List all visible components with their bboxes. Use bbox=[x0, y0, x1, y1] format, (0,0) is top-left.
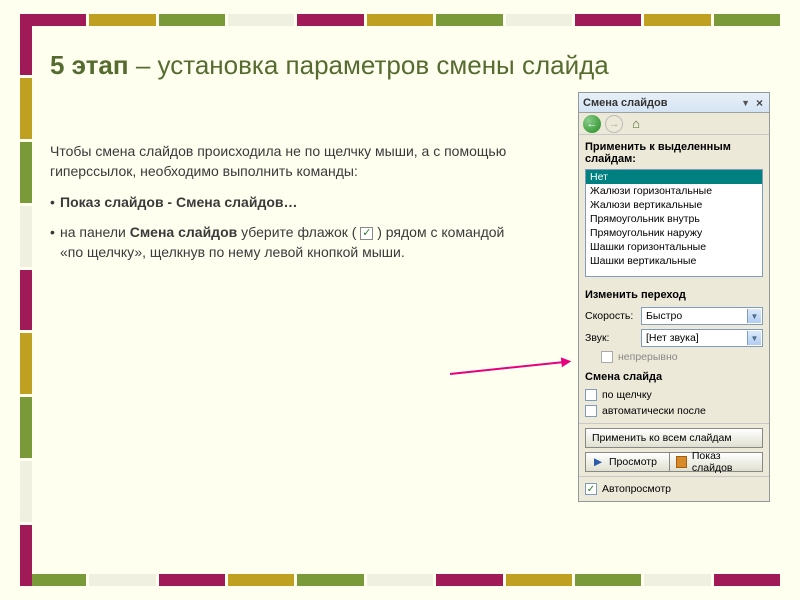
on-click-checkbox[interactable] bbox=[585, 389, 597, 401]
list-item[interactable]: Нет bbox=[586, 170, 762, 184]
sound-label: Звук: bbox=[585, 332, 637, 344]
pane-header: Смена слайдов ▼ × bbox=[579, 93, 769, 113]
slideshow-button[interactable]: Показ слайдов bbox=[669, 452, 763, 472]
nav-back-icon[interactable]: ← bbox=[583, 115, 601, 133]
slide-transition-pane: Смена слайдов ▼ × ← → ⌂ Применить к выде… bbox=[578, 92, 770, 502]
loop-checkbox bbox=[601, 351, 613, 363]
checkbox-inline-icon: ✓ bbox=[360, 227, 373, 240]
list-item[interactable]: Жалюзи горизонтальные bbox=[586, 184, 762, 198]
pane-title: Смена слайдов bbox=[583, 97, 737, 109]
pane-menu-dropdown-icon[interactable]: ▼ bbox=[741, 98, 750, 108]
on-click-label: по щелчку bbox=[602, 389, 652, 401]
chevron-down-icon[interactable]: ▼ bbox=[747, 309, 761, 323]
list-item[interactable]: Шашки вертикальные bbox=[586, 254, 762, 268]
slide-title: 5 этап – установка параметров смены слай… bbox=[50, 50, 770, 81]
close-icon[interactable]: × bbox=[754, 96, 765, 110]
list-item[interactable]: Жалюзи вертикальные bbox=[586, 198, 762, 212]
auto-after-checkbox[interactable] bbox=[585, 405, 597, 417]
auto-after-label: автоматически после bbox=[602, 405, 706, 417]
section-advance-label: Смена слайда bbox=[579, 365, 769, 387]
speed-dropdown[interactable]: Быстро ▼ bbox=[641, 307, 763, 325]
section-modify-label: Изменить переход bbox=[579, 283, 769, 305]
bullet-command: Показ слайдов - Смена слайдов… bbox=[50, 192, 510, 212]
preview-button[interactable]: ▶ Просмотр bbox=[585, 452, 669, 472]
list-item[interactable]: Шашки горизонтальные bbox=[586, 240, 762, 254]
bullet-instruction: на панели Смена слайдов уберите флажок (… bbox=[50, 222, 510, 263]
paragraph-intro: Чтобы смена слайдов происходила не по ще… bbox=[50, 141, 510, 182]
nav-home-icon[interactable]: ⌂ bbox=[627, 115, 645, 133]
chevron-down-icon[interactable]: ▼ bbox=[747, 331, 761, 345]
section-apply-label: Применить к выделенным слайдам: bbox=[579, 135, 769, 169]
list-item[interactable]: Прямоугольник внутрь bbox=[586, 212, 762, 226]
screen-icon bbox=[676, 456, 687, 468]
autopreview-label: Автопросмотр bbox=[602, 483, 671, 495]
pane-nav: ← → ⌂ bbox=[579, 113, 769, 135]
nav-forward-icon: → bbox=[605, 115, 623, 133]
sound-dropdown[interactable]: [Нет звука] ▼ bbox=[641, 329, 763, 347]
autopreview-checkbox[interactable]: ✓ bbox=[585, 483, 597, 495]
transition-listbox[interactable]: Нет Жалюзи горизонтальные Жалюзи вертика… bbox=[585, 169, 763, 277]
border-left bbox=[20, 14, 32, 586]
apply-all-button[interactable]: Применить ко всем слайдам bbox=[585, 428, 763, 448]
loop-label: непрерывно bbox=[618, 351, 678, 363]
list-item[interactable]: Прямоугольник наружу bbox=[586, 226, 762, 240]
speed-label: Скорость: bbox=[585, 310, 637, 322]
border-top bbox=[20, 14, 780, 26]
border-bottom bbox=[20, 574, 780, 586]
play-icon: ▶ bbox=[592, 456, 604, 468]
slide-body: Чтобы смена слайдов происходила не по ще… bbox=[50, 141, 510, 262]
